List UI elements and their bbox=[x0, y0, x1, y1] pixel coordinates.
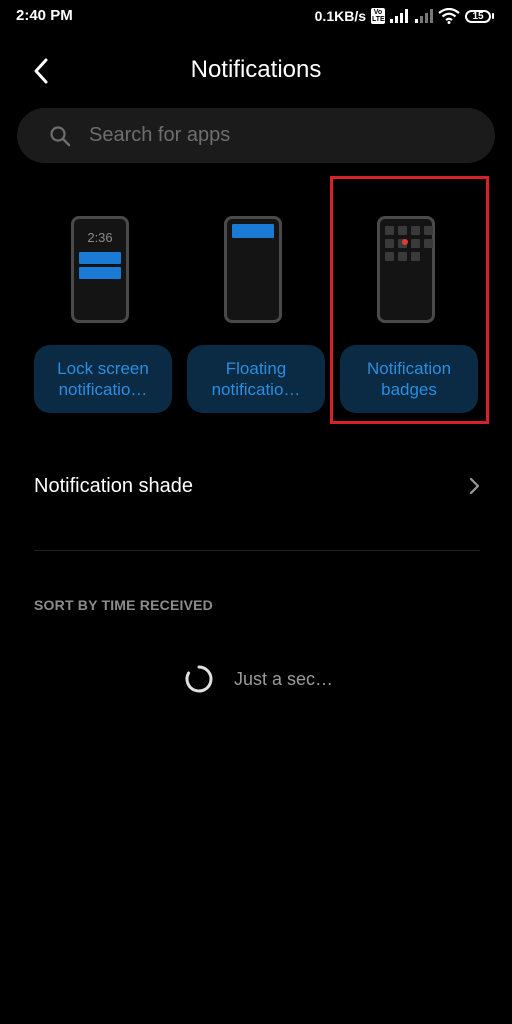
floating-preview bbox=[224, 216, 282, 323]
card-label: Floating notificatio… bbox=[211, 359, 301, 399]
notifications-screen: 2:40 PM 0.1KB/s Vo LTE 15 Notifications … bbox=[0, 0, 512, 1024]
preview-notification-bar bbox=[79, 252, 121, 264]
chevron-right-icon bbox=[469, 477, 480, 495]
lock-screen-preview: 2:36 bbox=[71, 216, 129, 323]
volte-top-label: Vo bbox=[373, 9, 383, 16]
preview-floating-bar bbox=[232, 224, 274, 238]
notification-shade-label: Notification shade bbox=[34, 475, 193, 497]
network-speed: 0.1KB/s bbox=[314, 8, 366, 24]
loading-indicator: Just a sec… bbox=[0, 662, 512, 698]
loading-text: Just a sec… bbox=[234, 669, 334, 689]
card-floating[interactable]: Floating notificatio… bbox=[187, 205, 331, 420]
preview-time: 2:36 bbox=[87, 230, 113, 245]
search-input[interactable] bbox=[89, 121, 489, 149]
volte-bottom-label: LTE bbox=[372, 16, 385, 23]
divider bbox=[34, 550, 480, 551]
spinner-icon bbox=[185, 665, 213, 693]
wifi-icon bbox=[438, 8, 460, 24]
battery-level: 15 bbox=[465, 9, 491, 23]
status-time: 2:40 PM bbox=[16, 7, 73, 24]
card-lock-screen[interactable]: 2:36 Lock screen notificatio… bbox=[34, 205, 178, 420]
section-heading: SORT BY TIME RECEIVED bbox=[34, 597, 213, 613]
highlight-box bbox=[330, 176, 489, 424]
lock-screen-notifications-button[interactable]: Lock screen notificatio… bbox=[34, 345, 172, 413]
search-bar[interactable] bbox=[17, 108, 495, 163]
status-icons: 0.1KB/s Vo LTE 15 bbox=[315, 6, 494, 26]
volte-icon: Vo LTE bbox=[371, 8, 385, 24]
floating-notifications-button[interactable]: Floating notificatio… bbox=[187, 345, 325, 413]
header: Notifications bbox=[0, 44, 512, 96]
notification-shade-row[interactable]: Notification shade bbox=[0, 460, 512, 514]
page-title: Notifications bbox=[190, 56, 322, 83]
search-icon bbox=[50, 126, 71, 147]
battery-icon: 15 bbox=[465, 9, 494, 23]
signal-empty-icon bbox=[415, 9, 433, 23]
card-label: Lock screen notificatio… bbox=[57, 359, 149, 399]
status-bar: 2:40 PM 0.1KB/s Vo LTE 15 bbox=[0, 0, 512, 34]
signal-icon bbox=[390, 9, 408, 23]
preview-notification-bar bbox=[79, 267, 121, 279]
